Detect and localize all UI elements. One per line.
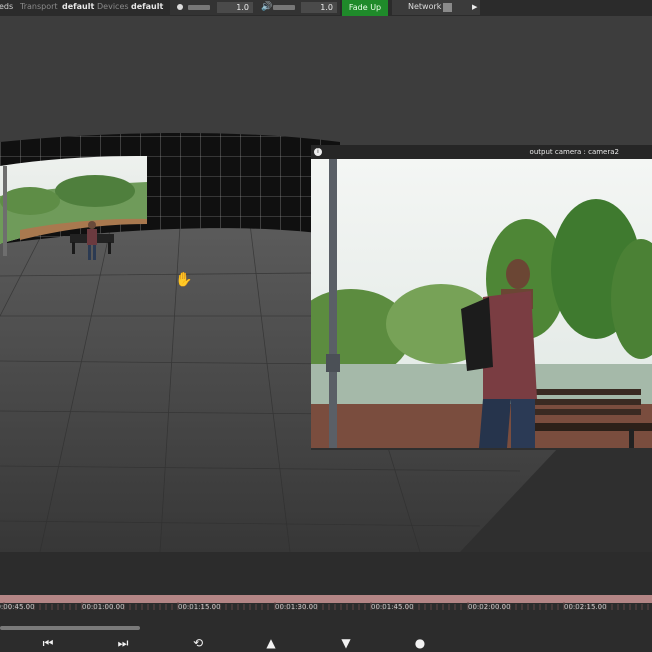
hand-cursor-icon: ✋: [175, 271, 192, 288]
devices-label: Devices: [97, 2, 129, 11]
top-toolbar: eds Transport default Devices default 1.…: [0, 0, 652, 17]
record-icon[interactable]: ●: [410, 634, 430, 652]
network-control: Network ▶: [392, 0, 480, 15]
timecode-label: 00:01:15.00: [178, 603, 221, 611]
loop-icon[interactable]: ⟲: [188, 634, 208, 652]
skip-back-icon[interactable]: ⏮: [38, 634, 58, 652]
level-dot-icon: [177, 4, 183, 10]
camera-panel-header: i output camera : camera2: [311, 145, 652, 159]
skip-forward-icon[interactable]: ⏭: [113, 634, 133, 652]
camera-feed: [311, 159, 652, 448]
timeline-ruler[interactable]: [0, 595, 652, 610]
timeline-scrollbar[interactable]: [0, 626, 140, 630]
devices-select[interactable]: default: [131, 0, 163, 14]
timecode-label: 00:01:00.00: [82, 603, 125, 611]
level-value-field[interactable]: 1.0: [217, 2, 253, 13]
fade-up-button[interactable]: Fade Up: [342, 0, 388, 17]
timeline-panel: 00:00:45.00 00:01:00.00 00:01:15.00 00:0…: [0, 552, 652, 652]
arrow-up-icon[interactable]: ▲: [261, 634, 281, 652]
timecode-label: 00:01:45.00: [371, 603, 414, 611]
arrow-down-icon[interactable]: ▼: [336, 634, 356, 652]
timecode-label: 00:01:30.00: [275, 603, 318, 611]
play-icon[interactable]: ▶: [472, 0, 477, 14]
volume-slider[interactable]: [273, 5, 295, 10]
transport-label: Transport: [20, 2, 58, 11]
network-toggle[interactable]: [443, 3, 452, 12]
timecode-label: 00:02:00.00: [468, 603, 511, 611]
level-controls: 1.0 🔊 1.0: [170, 0, 340, 15]
network-label: Network: [408, 2, 442, 11]
camera-output-panel[interactable]: i output camera : camera2: [311, 145, 652, 450]
level-slider[interactable]: [188, 5, 210, 10]
transport-select[interactable]: default: [62, 0, 94, 14]
volume-value-field[interactable]: 1.0: [301, 2, 337, 13]
speeds-label: eds: [0, 2, 14, 11]
speaker-icon: 🔊: [261, 2, 273, 12]
timecode-label: 00:02:15.00: [564, 603, 607, 611]
info-icon[interactable]: i: [314, 148, 322, 156]
timecode-label: 00:00:45.00: [0, 603, 35, 611]
camera-panel-title: output camera : camera2: [529, 148, 619, 156]
